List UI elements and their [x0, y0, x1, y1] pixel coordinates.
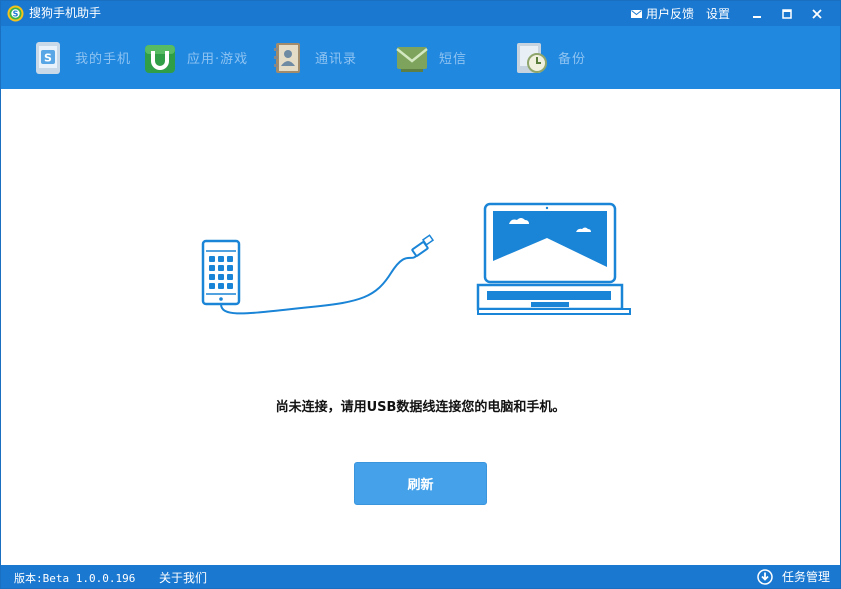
nav-label: 通讯录: [315, 52, 358, 67]
task-manager-button[interactable]: 任务管理: [757, 565, 830, 588]
nav-label: 备份: [558, 52, 587, 67]
nav-label: 应用·游戏: [187, 52, 249, 67]
refresh-button[interactable]: 刷新: [354, 462, 487, 505]
title-bar: S 搜狗手机助手 用户反馈 设置: [1, 1, 840, 26]
app-logo-icon: S: [7, 5, 24, 22]
settings-link[interactable]: 设置: [706, 5, 730, 22]
version-label: 版本:Beta 1.0.0.196: [14, 572, 136, 585]
titlebar-controls: 用户反馈 设置: [630, 1, 832, 26]
main-content: 尚未连接，请用USB数据线连接您的电脑和手机。 刷新: [1, 89, 840, 565]
status-bar: 版本:Beta 1.0.0.196 关于我们 任务管理: [1, 565, 840, 588]
about-us-link[interactable]: 关于我们: [159, 569, 207, 586]
close-button[interactable]: [802, 1, 832, 26]
minimize-icon: [753, 15, 761, 18]
apps-u-icon: [145, 44, 175, 73]
svg-text:S: S: [44, 51, 52, 64]
sms-icon: [396, 46, 428, 72]
connect-illustration: [201, 202, 631, 315]
feedback-label: 用户反馈: [645, 7, 694, 21]
nav-label: 短信: [439, 52, 468, 67]
feedback-link[interactable]: 用户反馈: [630, 5, 694, 22]
minimize-button[interactable]: [742, 1, 772, 26]
close-icon: [812, 8, 822, 19]
nav-contacts[interactable]: 通讯录: [271, 26, 357, 89]
backup-icon: [517, 42, 547, 73]
phone-illustration-icon: [201, 239, 241, 306]
maximize-button[interactable]: [772, 1, 802, 26]
app-title: 搜狗手机助手: [29, 6, 102, 20]
mail-icon: [630, 9, 642, 18]
laptop-illustration-icon: [476, 202, 631, 315]
main-toolbar: S 我的手机 应用·游戏 通讯录 短信 备份: [1, 26, 840, 89]
nav-backup[interactable]: 备份: [514, 26, 586, 89]
phone-s-icon: S: [36, 41, 60, 74]
svg-text:S: S: [13, 10, 19, 19]
app-window: S 搜狗手机助手 用户反馈 设置 S 我的手机 应用·游戏 通讯录 短信 备份 …: [0, 0, 841, 589]
nav-sms[interactable]: 短信: [395, 26, 467, 89]
nav-label: 我的手机: [75, 52, 132, 67]
contacts-icon: [274, 42, 300, 73]
nav-my-phone[interactable]: S 我的手机: [31, 26, 131, 89]
maximize-icon: [782, 8, 792, 19]
download-circle-icon: [757, 568, 773, 585]
usb-plug-icon: [411, 234, 435, 257]
task-manager-label: 任务管理: [781, 570, 830, 584]
settings-label: 设置: [705, 7, 730, 21]
connection-message: 尚未连接，请用USB数据线连接您的电脑和手机。: [275, 400, 566, 415]
nav-apps-games[interactable]: 应用·游戏: [143, 26, 248, 89]
